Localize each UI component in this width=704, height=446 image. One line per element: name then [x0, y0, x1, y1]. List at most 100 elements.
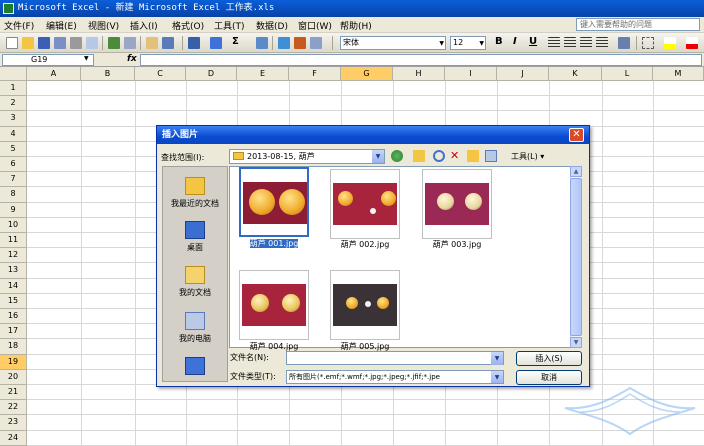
font-size-select[interactable]: 12 ▼: [450, 36, 486, 50]
menu-data[interactable]: 数据(D): [256, 19, 288, 32]
thumbnail-selected[interactable]: [239, 167, 309, 237]
row-header[interactable]: 23: [0, 415, 27, 431]
row-header[interactable]: 21: [0, 385, 27, 401]
menu-tools[interactable]: 工具(T): [214, 19, 245, 32]
filetype-select[interactable]: 所有图片(*.emf;*.wmf;*.jpg;*.jpeg;*.jfif;*.j…: [286, 370, 504, 384]
insert-button[interactable]: 插入(S): [516, 351, 582, 366]
column-header[interactable]: I: [445, 67, 497, 81]
scroll-up-icon[interactable]: ▲: [570, 166, 582, 177]
place-network[interactable]: [163, 357, 227, 378]
back-icon[interactable]: [391, 150, 403, 162]
sort-ascending-icon[interactable]: [256, 37, 268, 49]
search-web-icon[interactable]: [433, 150, 445, 162]
chart-wizard-icon[interactable]: [278, 37, 290, 49]
row-header[interactable]: 11: [0, 233, 27, 249]
file-list[interactable]: 葫芦 001.jpg 葫芦 002.jpg 葫芦 003.jpg 葫芦 004.…: [229, 166, 582, 351]
row-header-selected[interactable]: 19: [0, 354, 27, 370]
file-name[interactable]: 葫芦 002.jpg: [320, 239, 410, 250]
name-box[interactable]: G19: [2, 54, 94, 66]
menu-view[interactable]: 视图(V): [88, 19, 119, 32]
row-header[interactable]: 22: [0, 400, 27, 416]
scrollbar-thumb[interactable]: [570, 178, 582, 336]
column-header[interactable]: E: [237, 67, 289, 81]
menu-window[interactable]: 窗口(W): [298, 19, 332, 32]
column-header[interactable]: D: [186, 67, 237, 81]
column-header[interactable]: H: [393, 67, 445, 81]
scroll-down-icon[interactable]: ▼: [570, 337, 582, 348]
currency-icon[interactable]: [618, 37, 630, 49]
row-header[interactable]: 13: [0, 263, 27, 279]
row-header[interactable]: 18: [0, 339, 27, 355]
font-select[interactable]: 宋体 ▼: [340, 36, 446, 50]
merge-center-icon[interactable]: [596, 37, 608, 49]
new-icon[interactable]: [6, 37, 18, 49]
place-desktop[interactable]: 桌面: [163, 221, 227, 253]
row-header[interactable]: 14: [0, 278, 27, 294]
column-header[interactable]: K: [549, 67, 602, 81]
menu-edit[interactable]: 编辑(E): [46, 19, 77, 32]
tools-menu[interactable]: 工具(L) ▾: [511, 151, 544, 162]
paste-icon[interactable]: [146, 37, 158, 49]
copy-icon[interactable]: [162, 37, 174, 49]
place-recent[interactable]: 我最近的文档: [163, 177, 227, 209]
open-icon[interactable]: [22, 37, 34, 49]
underline-button[interactable]: U: [529, 36, 537, 47]
chevron-down-icon[interactable]: ▼: [491, 371, 503, 383]
row-header[interactable]: 9: [0, 202, 27, 218]
row-header[interactable]: 1: [0, 81, 27, 97]
column-header[interactable]: J: [497, 67, 549, 81]
thumbnail[interactable]: [422, 169, 492, 239]
row-header[interactable]: 16: [0, 309, 27, 325]
column-header-selected[interactable]: G: [341, 67, 393, 81]
row-header[interactable]: 8: [0, 187, 27, 203]
help-icon[interactable]: [310, 37, 322, 49]
thumbnail[interactable]: [330, 270, 400, 340]
column-header[interactable]: C: [135, 67, 186, 81]
thumbnail[interactable]: [330, 169, 400, 239]
column-header[interactable]: A: [27, 67, 81, 81]
up-folder-icon[interactable]: [413, 150, 425, 162]
row-header[interactable]: 12: [0, 248, 27, 264]
save-icon[interactable]: [38, 37, 50, 49]
print-preview-icon[interactable]: [86, 37, 98, 49]
menu-help[interactable]: 帮助(H): [340, 19, 372, 32]
place-my-documents[interactable]: 我的文档: [163, 266, 227, 298]
delete-icon[interactable]: ✕: [450, 150, 462, 162]
row-header[interactable]: 5: [0, 141, 27, 157]
undo-icon[interactable]: [188, 37, 200, 49]
help-question-input[interactable]: 键入需要帮助的问题: [576, 18, 700, 31]
chevron-down-icon[interactable]: ▼: [372, 150, 384, 163]
menu-insert[interactable]: 插入(I): [130, 19, 158, 32]
permission-icon[interactable]: [54, 37, 66, 49]
column-header[interactable]: M: [653, 67, 704, 81]
research-icon[interactable]: [124, 37, 136, 49]
close-button[interactable]: ✕: [569, 128, 584, 142]
drawing-icon[interactable]: [294, 37, 306, 49]
menu-format[interactable]: 格式(O): [172, 19, 204, 32]
lookin-select[interactable]: 2013-08-15, 葫芦 ▼: [229, 149, 385, 164]
place-my-computer[interactable]: 我的电脑: [163, 312, 227, 344]
file-name[interactable]: 葫芦 003.jpg: [412, 239, 502, 250]
chevron-down-icon[interactable]: ▼: [84, 55, 89, 62]
align-center-icon[interactable]: [564, 37, 576, 49]
hyperlink-icon[interactable]: [210, 37, 222, 49]
row-header[interactable]: 15: [0, 293, 27, 309]
column-header[interactable]: F: [289, 67, 341, 81]
thumbnail[interactable]: [239, 270, 309, 340]
print-icon[interactable]: [70, 37, 82, 49]
row-header[interactable]: 2: [0, 96, 27, 112]
borders-icon[interactable]: [642, 37, 654, 49]
menu-file[interactable]: 文件(F): [4, 19, 34, 32]
row-header[interactable]: 24: [0, 430, 27, 446]
file-name[interactable]: 葫芦 001.jpg: [229, 238, 319, 249]
new-folder-icon[interactable]: [467, 150, 479, 162]
row-header[interactable]: 10: [0, 217, 27, 233]
formula-input[interactable]: [140, 54, 702, 66]
italic-button[interactable]: I: [513, 36, 517, 47]
row-header[interactable]: 3: [0, 111, 27, 127]
insert-function-icon[interactable]: fx: [127, 54, 137, 64]
autosum-icon[interactable]: Σ: [232, 36, 239, 47]
row-header[interactable]: 6: [0, 157, 27, 173]
spelling-icon[interactable]: [108, 37, 120, 49]
row-header[interactable]: 17: [0, 324, 27, 340]
